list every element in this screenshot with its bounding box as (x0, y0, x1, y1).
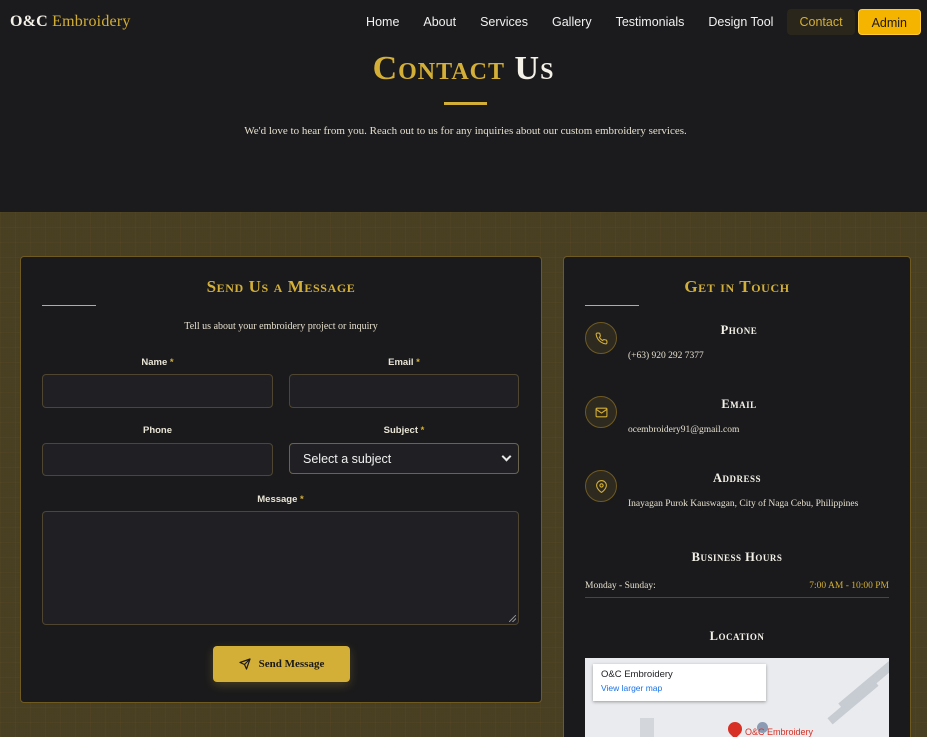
title-divider (444, 102, 487, 105)
admin-button[interactable]: Admin (857, 9, 921, 35)
map-pin-icon (595, 479, 607, 493)
send-icon (239, 658, 251, 670)
location-heading: Location (709, 629, 765, 643)
map-road (827, 679, 879, 725)
nav-link-contact[interactable]: Contact (787, 9, 855, 35)
business-hours-row: Monday - Sunday: 7:00 AM - 10:00 PM (585, 581, 889, 598)
contact-info-card: Get in Touch Phone (+63) 920 292 7377 Em… (563, 256, 911, 737)
address-value: Inayagan Purok Kauswagan, City of Naga C… (628, 499, 859, 509)
map-place-name: O&C Embroidery (601, 669, 673, 680)
chevron-down-icon (501, 451, 512, 462)
message-textarea[interactable] (42, 511, 519, 625)
send-message-button[interactable]: Send Message (213, 646, 350, 682)
phone-value[interactable]: (+63) 920 292 7377 (628, 351, 704, 361)
brand-main: O&C (10, 13, 48, 30)
embedded-map[interactable]: O&C Embroidery View larger map O&C Embro… (585, 658, 889, 737)
required-mark: * (420, 425, 425, 436)
subject-label-text: Subject (383, 425, 418, 436)
email-label-text: Email (388, 357, 414, 368)
phone-label-text: Phone (142, 425, 173, 436)
map-info-box: O&C Embroidery View larger map (593, 664, 766, 701)
nav-menu: Home About Services Gallery Testimonials… (354, 9, 921, 35)
message-label-text: Message (257, 494, 298, 505)
required-mark: * (300, 494, 304, 505)
form-title-divider (42, 305, 96, 306)
page-title-gold: Contact (372, 50, 506, 87)
message-label: Message * (42, 494, 519, 505)
required-mark: * (416, 357, 420, 368)
nav-link-services[interactable]: Services (468, 9, 540, 35)
required-mark: * (169, 357, 174, 368)
address-icon-circle (585, 470, 617, 502)
hours-time: 7:00 AM - 10:00 PM (809, 581, 889, 591)
form-intro: Tell us about your embroidery project or… (184, 321, 378, 332)
map-road (640, 718, 654, 737)
nav-link-about[interactable]: About (411, 9, 468, 35)
page-subtitle: We'd love to hear from you. Reach out to… (244, 125, 687, 137)
nav-link-design-tool[interactable]: Design Tool (696, 9, 785, 35)
phone-heading: Phone (720, 323, 758, 337)
info-title: Get in Touch (684, 277, 790, 296)
nav-link-testimonials[interactable]: Testimonials (604, 9, 697, 35)
email-heading: Email (721, 397, 757, 411)
email-value[interactable]: ocembroidery91@gmail.com (628, 425, 739, 435)
view-larger-map-link[interactable]: View larger map (601, 683, 758, 693)
name-label: Name * (42, 357, 273, 368)
page-title-white: Us (514, 50, 555, 87)
top-navbar: O&C Embroidery Home About Services Galle… (0, 0, 927, 44)
brand-logo[interactable]: O&C Embroidery (10, 13, 131, 31)
email-input[interactable] (289, 374, 519, 408)
info-title-divider (585, 305, 639, 306)
mail-icon (595, 407, 607, 417)
send-message-label: Send Message (258, 658, 325, 670)
map-marker-icon[interactable] (725, 719, 745, 737)
subject-select[interactable]: Select a subject (289, 443, 519, 474)
subject-select-value: Select a subject (303, 451, 392, 466)
form-title: Send Us a Message (206, 277, 356, 296)
address-heading: Address (712, 471, 762, 485)
phone-label: Phone (42, 425, 273, 436)
nav-link-home[interactable]: Home (354, 9, 411, 35)
contact-form-card: Send Us a Message Tell us about your emb… (20, 256, 542, 703)
business-hours-heading: Business Hours (691, 550, 783, 564)
resize-handle[interactable] (509, 615, 516, 622)
phone-icon (595, 332, 607, 344)
subject-label: Subject * (289, 425, 519, 436)
name-input[interactable] (42, 374, 273, 408)
hours-day: Monday - Sunday: (585, 581, 656, 591)
email-label: Email * (289, 357, 519, 368)
phone-icon-circle (585, 322, 617, 354)
page-title: Contact Us (0, 50, 927, 88)
phone-input[interactable] (42, 443, 273, 476)
map-pin-label: O&C Embroidery (745, 727, 814, 737)
brand-accent: Embroidery (52, 13, 131, 30)
name-label-text: Name (141, 357, 168, 368)
email-icon-circle (585, 396, 617, 428)
nav-link-gallery[interactable]: Gallery (540, 9, 604, 35)
